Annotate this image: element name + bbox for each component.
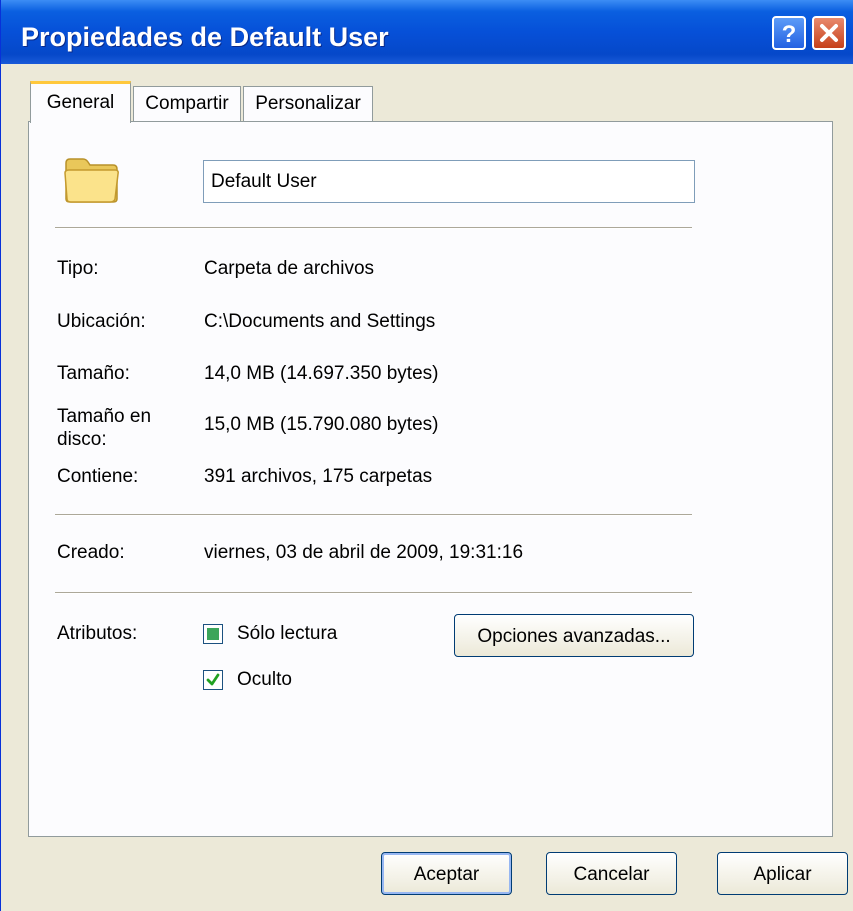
hidden-label[interactable]: Oculto (237, 668, 292, 691)
attributes-label: Atributos: (57, 623, 138, 644)
type-label: Tipo: (57, 258, 99, 279)
folder-name-input[interactable]: Default User (203, 160, 695, 203)
location-value: C:\Documents and Settings (204, 311, 436, 332)
apply-button[interactable]: Aplicar (717, 852, 848, 895)
readonly-checkbox[interactable] (203, 624, 223, 644)
tab-personalizar[interactable]: Personalizar (243, 86, 373, 122)
size-value: 14,0 MB (14.697.350 bytes) (204, 363, 439, 384)
separator (55, 592, 692, 594)
type-value: Carpeta de archivos (204, 258, 375, 279)
svg-text:?: ? (782, 21, 797, 48)
created-value: viernes, 03 de abril de 2009, 19:31:16 (204, 542, 524, 563)
tab-general[interactable]: General (30, 81, 131, 123)
window-title: Propiedades de Default User (21, 22, 389, 52)
ok-button[interactable]: Aceptar (381, 852, 512, 895)
tab-compartir[interactable]: Compartir (133, 86, 241, 122)
size-label: Tamaño: (57, 363, 130, 384)
properties-dialog: Propiedades de Default User ? General Co… (0, 0, 853, 911)
close-icon (820, 24, 838, 42)
size-on-disk-label: Tamaño en disco: (57, 406, 152, 450)
size-on-disk-value: 15,0 MB (15.790.080 bytes) (204, 414, 439, 435)
check-icon (206, 673, 220, 686)
readonly-label[interactable]: Sólo lectura (237, 622, 337, 645)
advanced-options-button[interactable]: Opciones avanzadas... (454, 614, 694, 657)
close-button[interactable] (812, 16, 846, 50)
separator (55, 514, 692, 516)
location-label: Ubicación: (57, 311, 146, 332)
hidden-checkbox[interactable] (203, 670, 223, 690)
folder-icon (63, 155, 121, 210)
contains-label: Contiene: (57, 466, 139, 487)
contains-value: 391 archivos, 175 carpetas (204, 466, 433, 487)
title-bar[interactable]: Propiedades de Default User ? (1, 0, 853, 64)
help-button[interactable]: ? (772, 16, 806, 50)
created-label: Creado: (57, 542, 125, 563)
help-icon: ? (782, 21, 797, 48)
cancel-button[interactable]: Cancelar (546, 852, 677, 895)
separator (55, 227, 692, 229)
